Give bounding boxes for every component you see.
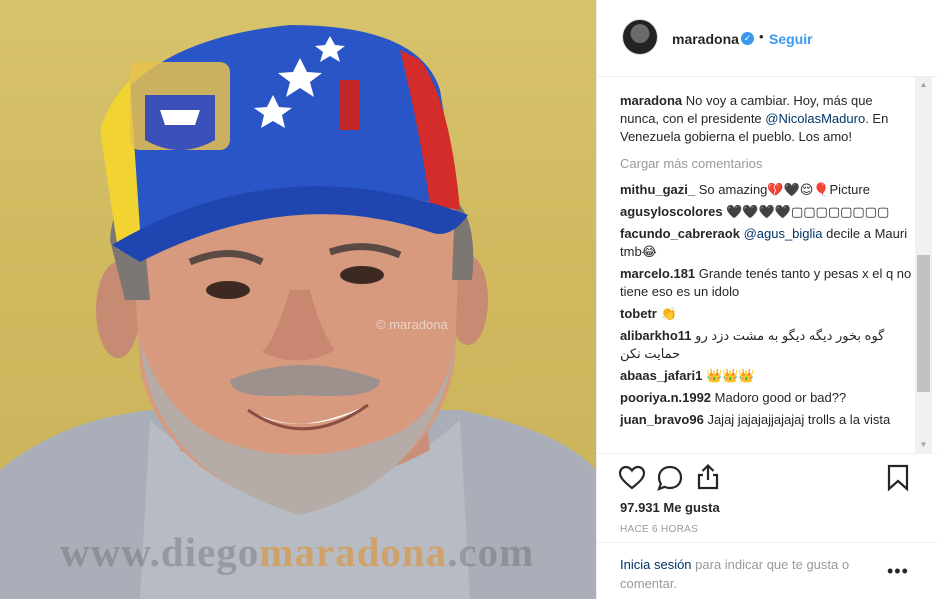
comment-item: juan_bravo96 Jajaj jajajajjajajaj trolls…	[620, 411, 912, 429]
login-prompt-section: Inicia sesión para indicar que te gusta …	[597, 542, 938, 599]
comment-username[interactable]: marcelo.181	[620, 266, 695, 281]
instagram-post: © maradona www.diegomaradona.com maradon…	[0, 0, 938, 599]
comment-username[interactable]: pooriya.n.1992	[620, 390, 711, 405]
comment-username[interactable]: tobetr	[620, 306, 657, 321]
comments-scrollbar[interactable]: ▲ ▼	[915, 77, 932, 453]
comment-item: alibarkho11 گوه بخور دیگه دیگو به مشت دز…	[620, 327, 912, 363]
bookmark-icon[interactable]	[884, 464, 912, 492]
post-side-panel: maradona ✓ • Seguir maradona No voy a ca…	[596, 0, 938, 599]
post-photo[interactable]: © maradona www.diegomaradona.com	[0, 0, 596, 599]
more-options-icon[interactable]: •••	[887, 561, 909, 582]
comment-username[interactable]: juan_bravo96	[620, 412, 704, 427]
load-more-comments-button[interactable]: Cargar más comentarios	[620, 155, 912, 173]
comment-item: pooriya.n.1992 Madoro good or bad??	[620, 389, 912, 407]
watermark-part: .com	[447, 529, 535, 575]
heart-icon[interactable]	[618, 464, 646, 492]
watermark-part-highlight: maradona	[259, 529, 448, 575]
comment-username[interactable]: alibarkho11	[620, 328, 692, 343]
comment-text: 👏	[660, 306, 677, 321]
scrollbar-thumb[interactable]	[917, 255, 930, 392]
share-icon[interactable]	[694, 463, 722, 491]
comment-text: So amazing💔🖤😌🎈Picture	[698, 182, 870, 197]
comment-item: tobetr 👏	[620, 305, 912, 323]
comments-list: maradona No voy a cambiar. Hoy, más que …	[620, 92, 912, 453]
comment-username[interactable]: mithu_gazi_	[620, 182, 695, 197]
post-caption: maradona No voy a cambiar. Hoy, más que …	[620, 92, 912, 146]
comment-mention-link[interactable]: @agus_biglia	[744, 226, 823, 241]
comment-text: 🖤🖤🖤🖤▢▢▢▢▢▢▢▢	[726, 204, 890, 219]
follow-button[interactable]: Seguir	[769, 31, 813, 47]
post-actions-section: 97.931 Me gusta HACE 6 HORAS Inicia sesi…	[597, 453, 938, 599]
photo-watermark-handle: © maradona	[376, 317, 448, 332]
likes-count[interactable]: 97.931 Me gusta	[620, 500, 720, 515]
scroll-up-arrow-icon[interactable]: ▲	[915, 77, 932, 93]
comment-icon[interactable]	[656, 464, 684, 492]
comment-item: mithu_gazi_ So amazing💔🖤😌🎈Picture	[620, 181, 912, 199]
login-link[interactable]: Inicia sesión	[620, 557, 692, 572]
comment-item: abaas_jafari1 👑👑👑	[620, 367, 912, 385]
post-header: maradona ✓ • Seguir	[597, 0, 938, 77]
photo-watermark-site: www.diegomaradona.com	[60, 528, 534, 576]
comment-item: agusyloscolores 🖤🖤🖤🖤▢▢▢▢▢▢▢▢	[620, 203, 912, 221]
comment-text: Madoro good or bad??	[714, 390, 847, 405]
comment-item: facundo_cabreraok @agus_biglia decile a …	[620, 225, 912, 261]
comment-text: 👑👑👑	[706, 368, 755, 383]
verified-badge-icon: ✓	[741, 32, 754, 45]
watermark-part: www.diego	[60, 529, 260, 575]
comment-text: Jajaj jajajajjajajaj trolls a la vista	[707, 412, 891, 427]
comment-item: marcelo.181 Grande tenés tanto y pesas x…	[620, 265, 912, 301]
header-username[interactable]: maradona	[672, 31, 739, 47]
comment-username[interactable]: agusyloscolores	[620, 204, 723, 219]
comment-username[interactable]: abaas_jafari1	[620, 368, 702, 383]
scroll-down-arrow-icon[interactable]: ▼	[915, 437, 932, 453]
post-timestamp[interactable]: HACE 6 HORAS	[620, 524, 698, 535]
header-separator: •	[759, 29, 764, 44]
caption-username[interactable]: maradona	[620, 93, 682, 108]
maradona-photo-illustration	[0, 25, 596, 599]
avatar[interactable]	[622, 19, 658, 55]
comment-username[interactable]: facundo_cabreraok	[620, 226, 740, 241]
caption-mention-link[interactable]: @NicolasMaduro	[765, 111, 865, 126]
login-prompt: Inicia sesión para indicar que te gusta …	[620, 555, 880, 593]
